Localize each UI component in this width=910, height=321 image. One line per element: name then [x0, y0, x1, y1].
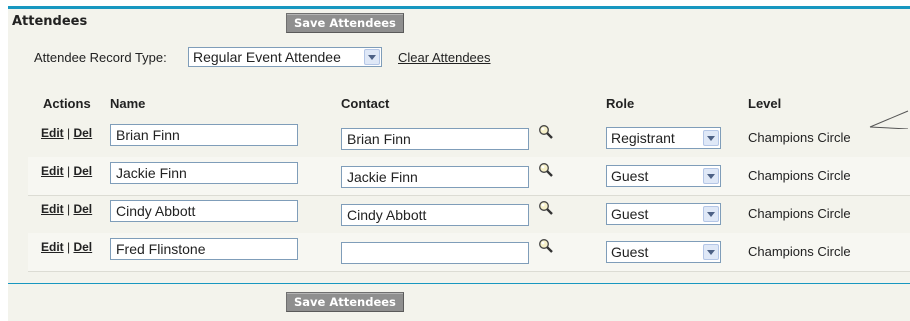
clear-attendees-link[interactable]: Clear Attendees: [398, 50, 491, 65]
role-select[interactable]: Guest: [606, 241, 721, 263]
name-input[interactable]: Jackie Finn: [110, 162, 298, 184]
save-attendees-button-bottom[interactable]: Save Attendees: [286, 292, 404, 312]
delete-link[interactable]: Del: [73, 240, 92, 254]
edit-link[interactable]: Edit: [41, 240, 64, 254]
record-type-value: Regular Event Attendee: [193, 49, 341, 65]
role-select[interactable]: Guest: [606, 165, 721, 187]
chevron-down-icon[interactable]: [703, 168, 719, 184]
edit-link[interactable]: Edit: [41, 164, 64, 178]
level-value: Champions Circle: [748, 244, 851, 259]
role-value: Registrant: [611, 130, 675, 146]
table-row: Edit | Del Fred Flinstone Guest Champion…: [28, 233, 910, 272]
action-separator: |: [63, 164, 74, 178]
attendees-panel: Attendees Save Attendees Attendee Record…: [8, 6, 910, 321]
row-actions: Edit | Del: [41, 164, 92, 178]
column-header-actions: Actions: [43, 96, 91, 111]
delete-link[interactable]: Del: [73, 126, 92, 140]
table-row: Edit | Del Cindy Abbott Cindy Abbott Gue…: [28, 195, 910, 234]
level-value: Champions Circle: [748, 206, 851, 221]
magnifier-lookup-icon[interactable]: [538, 124, 554, 140]
row-actions: Edit | Del: [41, 126, 92, 140]
column-header-contact: Contact: [341, 96, 390, 111]
action-separator: |: [63, 126, 74, 140]
record-type-select[interactable]: Regular Event Attendee: [188, 47, 382, 67]
role-value: Guest: [611, 244, 649, 260]
action-separator: |: [63, 202, 74, 216]
table-row: Edit | Del Jackie Finn Jackie Finn Guest…: [28, 157, 910, 196]
chevron-down-icon[interactable]: [364, 49, 380, 65]
contact-input[interactable]: Brian Finn: [341, 128, 529, 150]
save-attendees-button-top[interactable]: Save Attendees: [286, 13, 404, 33]
magnifier-lookup-icon[interactable]: [538, 162, 554, 178]
magnifier-lookup-icon[interactable]: [538, 200, 554, 216]
edit-link[interactable]: Edit: [41, 202, 64, 216]
section-title: Attendees: [12, 14, 88, 29]
level-value: Champions Circle: [748, 168, 851, 183]
delete-link[interactable]: Del: [73, 202, 92, 216]
contact-input[interactable]: Cindy Abbott: [341, 204, 529, 226]
role-select[interactable]: Guest: [606, 203, 721, 225]
name-input[interactable]: Fred Flinstone: [110, 238, 298, 260]
contact-input[interactable]: [341, 242, 529, 264]
edit-link[interactable]: Edit: [41, 126, 64, 140]
section-divider: [8, 283, 910, 284]
column-header-level: Level: [748, 96, 782, 111]
role-select[interactable]: Registrant: [606, 127, 721, 149]
name-input[interactable]: Brian Finn: [110, 124, 298, 146]
contact-input[interactable]: Jackie Finn: [341, 166, 529, 188]
delete-link[interactable]: Del: [73, 164, 92, 178]
role-value: Guest: [611, 206, 649, 222]
annotation-line: [869, 110, 909, 129]
level-value: Champions Circle: [748, 130, 851, 145]
record-type-label: Attendee Record Type:: [34, 50, 167, 65]
chevron-down-icon[interactable]: [703, 244, 719, 260]
panel-header: Attendees Save Attendees: [8, 9, 910, 35]
role-value: Guest: [611, 168, 649, 184]
name-input[interactable]: Cindy Abbott: [110, 200, 298, 222]
chevron-down-icon[interactable]: [703, 206, 719, 222]
action-separator: |: [63, 240, 74, 254]
table-row: Edit | Del Brian Finn Brian Finn Registr…: [28, 119, 910, 158]
row-actions: Edit | Del: [41, 202, 92, 216]
magnifier-lookup-icon[interactable]: [538, 238, 554, 254]
row-actions: Edit | Del: [41, 240, 92, 254]
chevron-down-icon[interactable]: [703, 130, 719, 146]
column-header-role: Role: [606, 96, 635, 111]
column-header-name: Name: [110, 96, 146, 111]
